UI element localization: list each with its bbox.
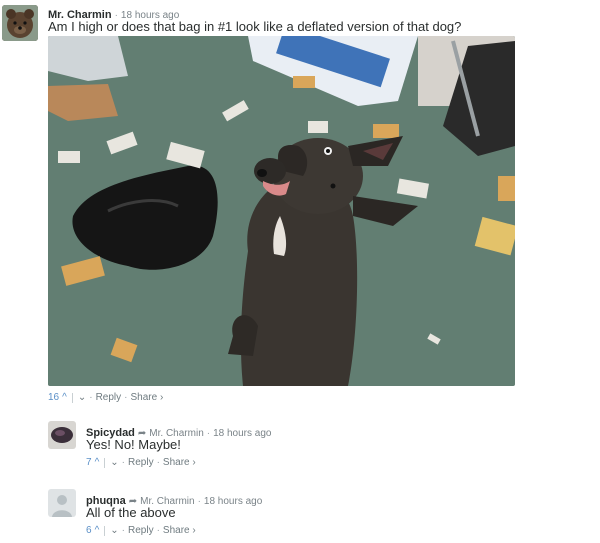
comment-spicydad: Spicydad ➦ Mr. Charmin · 18 hours ago Yes! N… [0,418,600,478]
comment-text: All of the above [86,505,176,520]
share-button[interactable]: Share › [163,525,196,536]
timestamp[interactable]: 18 hours ago [204,496,262,507]
chevron-up-icon[interactable]: ^ [95,525,100,536]
avatar[interactable] [2,5,38,41]
comment-mr-charmin: Mr. Charmin · 18 hours ago Am I high or do… [0,0,600,405]
bear-avatar-image [2,5,38,41]
reply-button[interactable]: Reply [128,457,154,468]
separator-dot: · [124,392,128,403]
vote-divider [104,525,106,536]
avatar[interactable] [48,489,76,517]
avatar[interactable] [48,421,76,449]
vote-count: 7 [86,457,92,468]
chevron-down-icon[interactable]: ⌄ [110,457,118,468]
separator-dot: · [156,457,160,468]
separator-dot: · [89,392,93,403]
share-button[interactable]: Share › [130,392,163,403]
reply-button[interactable]: Reply [128,525,154,536]
comment-phuqna: phuqna ➦ Mr. Charmin · 18 hours ago All of t… [0,486,600,543]
vote-divider [71,392,73,403]
share-button[interactable]: Share › [163,457,196,468]
chevron-up-icon[interactable]: ^ [62,392,67,403]
comment-text: Am I high or does that bag in #1 look li… [48,19,462,34]
vote-divider [104,457,106,468]
default-avatar-icon [48,489,76,517]
separator-dot: · [156,525,160,536]
dog-photo [48,36,515,386]
vote-count: 6 [86,525,92,536]
chevron-up-icon[interactable]: ^ [95,457,100,468]
comment-actions: 7 ^ ⌄ · Reply · Share › [86,457,196,468]
separator-dot: · [206,428,211,439]
separator-dot: · [197,496,201,507]
user-avatar-image [48,421,76,449]
chevron-down-icon[interactable]: ⌄ [110,525,118,536]
comment-actions: 6 ^ ⌄ · Reply · Share › [86,525,196,536]
separator-dot: · [121,457,125,468]
separator-dot: · [121,525,125,536]
chevron-down-icon[interactable]: ⌄ [78,392,86,403]
vote-count: 16 [48,392,60,403]
timestamp[interactable]: 18 hours ago [213,428,271,439]
comment-actions: 16 ^ ⌄ · Reply · Share › [48,392,163,403]
reply-button[interactable]: Reply [96,392,122,403]
comment-text: Yes! No! Maybe! [86,437,181,452]
comment-image[interactable] [48,36,515,386]
